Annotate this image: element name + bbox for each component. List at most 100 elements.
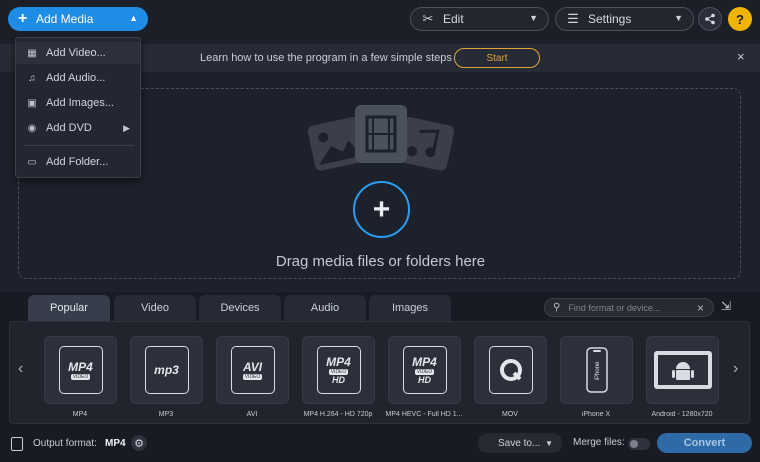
drag-hint-text: Drag media files or folders here bbox=[275, 253, 486, 270]
settings-label: Settings bbox=[588, 12, 632, 26]
film-icon: ▦ bbox=[27, 47, 37, 59]
tutorial-text: Learn how to use the program in a few si… bbox=[200, 52, 452, 64]
badge-sub: VIDEO bbox=[70, 373, 91, 380]
music-note-icon: ♫ bbox=[28, 72, 36, 84]
iphone-badge-text: iPhone bbox=[595, 361, 601, 380]
start-button[interactable]: Start bbox=[454, 48, 540, 68]
badge-text: MP4 bbox=[326, 354, 351, 369]
save-to-button[interactable]: Save to... ▼ bbox=[478, 433, 562, 453]
tools-icon: ✂ bbox=[422, 11, 434, 26]
close-icon[interactable]: × bbox=[737, 49, 745, 64]
menu-divider bbox=[24, 145, 134, 146]
image-icon: ▣ bbox=[27, 97, 37, 109]
tab-images[interactable]: Images bbox=[369, 295, 451, 321]
convert-button[interactable]: Convert bbox=[657, 433, 752, 453]
settings-button[interactable]: ☰ Settings ▼ bbox=[555, 7, 694, 31]
chevron-right-icon[interactable]: › bbox=[733, 360, 738, 378]
tab-popular[interactable]: Popular bbox=[28, 295, 110, 321]
format-label: MP4 bbox=[72, 411, 88, 418]
top-toolbar: + Add Media ▲ ✂ Edit ▼ ☰ Settings ▼ ? bbox=[0, 0, 760, 40]
menu-item-add-video[interactable]: ▦ Add Video... bbox=[16, 42, 140, 64]
mp4-hd-icon: MP4 VIDEO HD bbox=[402, 346, 447, 394]
format-label: MOV bbox=[502, 411, 518, 418]
format-search: ⚲ × bbox=[544, 298, 714, 317]
sliders-icon: ☰ bbox=[567, 11, 579, 26]
android-tablet-icon bbox=[653, 351, 712, 389]
folder-icon: ▭ bbox=[27, 156, 37, 168]
menu-item-label: Add Audio... bbox=[46, 72, 106, 84]
badge-text: AVI bbox=[242, 359, 263, 374]
menu-item-label: Add Folder... bbox=[46, 156, 109, 168]
format-card-mp4-hevc[interactable]: MP4 VIDEO HD bbox=[388, 336, 461, 404]
badge-extra: HD bbox=[418, 374, 431, 385]
chevron-left-icon[interactable]: ‹ bbox=[18, 360, 23, 378]
badge-sub: VIDEO bbox=[242, 373, 263, 380]
chevron-down-icon: ▼ bbox=[529, 13, 538, 23]
merge-files-label: Merge files: bbox=[573, 437, 625, 448]
media-files-illustration bbox=[307, 105, 455, 171]
tab-video[interactable]: Video bbox=[114, 295, 196, 321]
add-media-menu: ▦ Add Video... ♫ Add Audio... ▣ Add Imag… bbox=[15, 37, 141, 178]
output-format-value: MP4 bbox=[105, 438, 126, 449]
output-format-label: Output format: bbox=[33, 438, 97, 449]
mp4-icon: MP4 VIDEO bbox=[58, 346, 103, 394]
edit-button[interactable]: ✂ Edit ▼ bbox=[410, 7, 549, 31]
format-label: AVI bbox=[246, 411, 258, 418]
format-label: MP3 bbox=[158, 411, 174, 418]
badge-text: MP4 bbox=[412, 354, 437, 369]
chevron-down-icon: ▼ bbox=[545, 438, 553, 448]
format-card-iphone-x[interactable]: iPhone bbox=[560, 336, 633, 404]
menu-item-add-folder[interactable]: ▭ Add Folder... bbox=[16, 151, 140, 173]
badge-extra: HD bbox=[332, 374, 345, 385]
format-label: MP4 H.264 - HD 720p bbox=[303, 411, 373, 418]
chevron-up-icon: ▲ bbox=[129, 13, 138, 23]
save-to-label: Save to... bbox=[498, 437, 541, 449]
tab-audio[interactable]: Audio bbox=[284, 295, 366, 321]
mp3-icon: mp3 bbox=[144, 346, 189, 394]
menu-item-add-audio[interactable]: ♫ Add Audio... bbox=[16, 67, 140, 89]
format-gallery: ‹ › MP4 VIDEO MP4 mp3 MP3 AVI VIDEO AVI … bbox=[9, 321, 750, 424]
badge-text: mp3 bbox=[154, 363, 179, 377]
clear-icon[interactable]: × bbox=[697, 301, 704, 315]
edit-label: Edit bbox=[443, 12, 464, 26]
format-card-mp4-h264[interactable]: MP4 VIDEO HD bbox=[302, 336, 375, 404]
gear-icon[interactable]: ⚙ bbox=[131, 435, 147, 451]
format-card-android[interactable] bbox=[646, 336, 719, 404]
tab-devices[interactable]: Devices bbox=[199, 295, 281, 321]
avi-icon: AVI VIDEO bbox=[230, 346, 275, 394]
iphone-icon: iPhone bbox=[585, 347, 608, 393]
chevron-down-icon: ▼ bbox=[674, 13, 683, 23]
format-card-mp3[interactable]: mp3 bbox=[130, 336, 203, 404]
menu-item-label: Add Images... bbox=[46, 97, 114, 109]
add-files-button[interactable]: + bbox=[353, 181, 410, 238]
add-media-button[interactable]: + Add Media ▲ bbox=[8, 7, 148, 31]
toggle-knob bbox=[630, 440, 638, 448]
share-icon bbox=[705, 13, 715, 25]
quicktime-logo bbox=[499, 359, 522, 381]
help-button[interactable]: ? bbox=[728, 7, 752, 31]
quicktime-icon bbox=[488, 346, 533, 394]
format-label: iPhone X bbox=[581, 411, 611, 418]
format-card-mp4[interactable]: MP4 VIDEO bbox=[44, 336, 117, 404]
format-label: Android - 1280x720 bbox=[651, 411, 713, 418]
output-format-icon bbox=[11, 437, 23, 451]
disc-icon: ◉ bbox=[27, 122, 37, 134]
menu-item-label: Add DVD bbox=[46, 122, 92, 134]
format-card-mov[interactable] bbox=[474, 336, 547, 404]
help-label: ? bbox=[736, 11, 744, 27]
mp4-hd-icon: MP4 VIDEO HD bbox=[316, 346, 361, 394]
share-button[interactable] bbox=[698, 7, 722, 31]
menu-item-add-dvd[interactable]: ◉ Add DVD ▶ bbox=[16, 117, 140, 139]
badge-text: MP4 bbox=[68, 359, 93, 374]
menu-item-add-images[interactable]: ▣ Add Images... bbox=[16, 92, 140, 114]
export-settings-icon[interactable]: ⇲ bbox=[721, 299, 735, 313]
merge-files-toggle[interactable] bbox=[628, 438, 650, 450]
search-input[interactable] bbox=[566, 301, 685, 314]
format-label: MP4 HEVC - Full HD 1... bbox=[385, 411, 463, 418]
chevron-right-icon: ▶ bbox=[123, 122, 130, 133]
bottom-bar: Output format: MP4 ⚙ Save to... ▼ Merge … bbox=[0, 432, 760, 462]
format-card-avi[interactable]: AVI VIDEO bbox=[216, 336, 289, 404]
plus-icon: + bbox=[18, 10, 28, 27]
menu-item-label: Add Video... bbox=[46, 47, 106, 59]
add-media-label: Add Media bbox=[36, 12, 94, 26]
